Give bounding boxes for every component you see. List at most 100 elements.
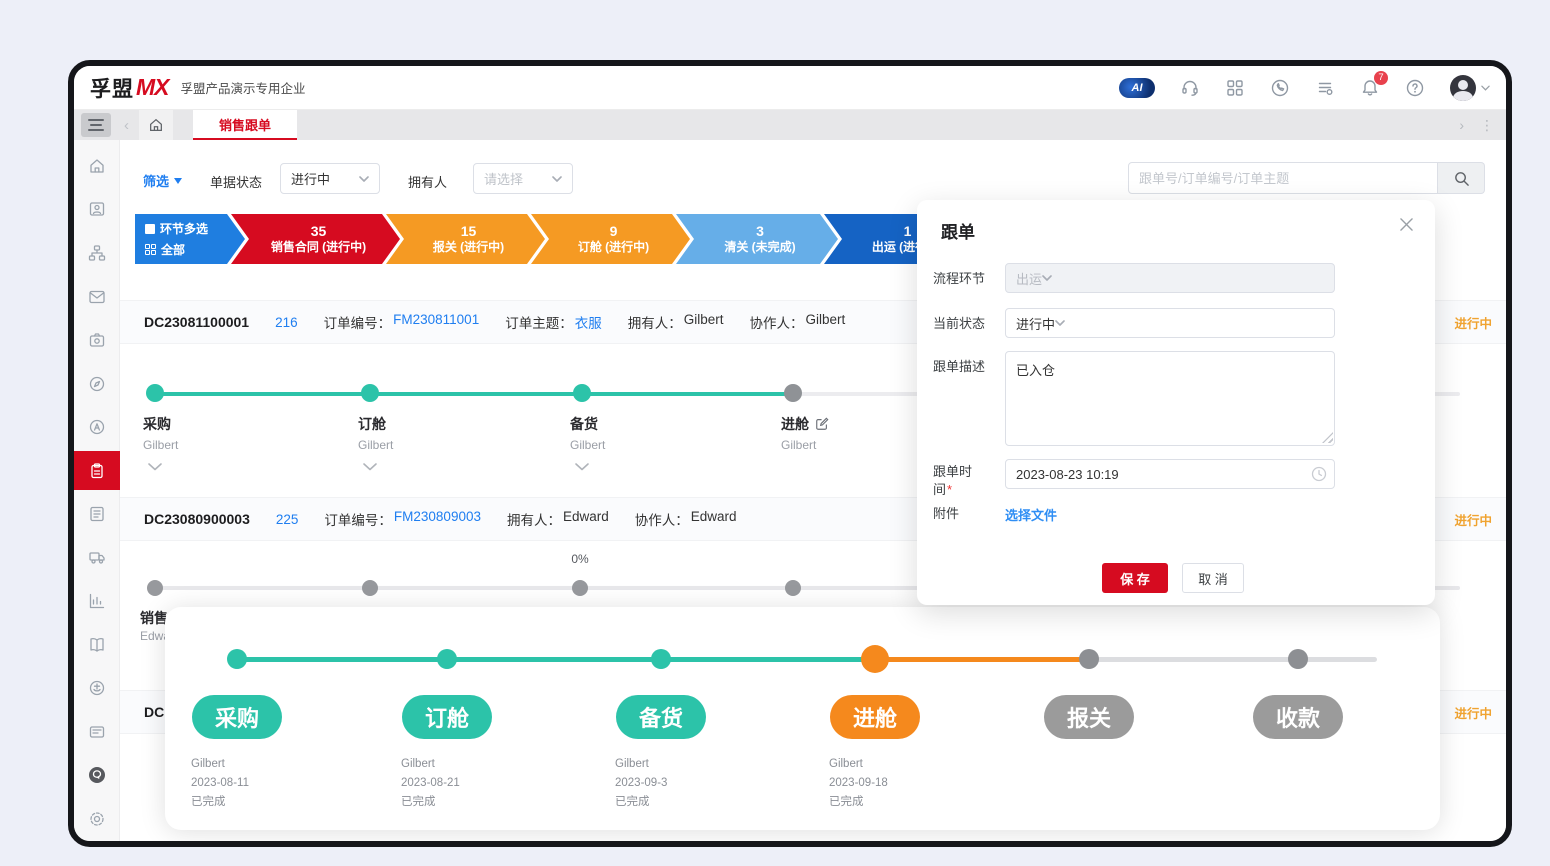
current-status-select[interactable]: 进行中 (1005, 308, 1335, 338)
timeline-node[interactable]: 采购 Gilbert (143, 414, 293, 452)
timeline-node[interactable]: 备货 Gilbert (570, 414, 720, 452)
owner-value: Gilbert (684, 312, 724, 332)
popup-node-pill[interactable]: 订舱 (402, 695, 492, 739)
cancel-button[interactable]: 取 消 (1182, 563, 1244, 593)
screen: 孚盟 MX 孚盟产品演示专用企业 AI 7 ‹ 销售跟单 › ⋮ (0, 0, 1550, 866)
sidebar-item-wechat-icon[interactable] (74, 754, 120, 798)
checkbox-icon[interactable] (145, 224, 155, 234)
popup-line-current (875, 657, 1089, 662)
sidebar-item-compass-icon[interactable] (74, 362, 120, 406)
popup-node-info: Gilbert 2023-08-11 已完成 (191, 755, 249, 812)
sidebar-item-products-icon[interactable] (74, 318, 120, 362)
timeline-node[interactable]: 进舱 Gilbert (781, 414, 931, 452)
timeline-node-name: 备货 (570, 414, 598, 434)
expand-chevron-icon[interactable] (148, 458, 162, 476)
stage-chevron[interactable]: 35 销售合同 (进行中) (231, 214, 400, 264)
popup-node-pill[interactable]: 备货 (616, 695, 706, 739)
search-button[interactable] (1438, 162, 1485, 194)
sidebar-item-settings-icon[interactable] (74, 797, 120, 841)
status-filter-value: 进行中 (291, 169, 330, 188)
user-avatar[interactable] (1450, 75, 1490, 101)
popup-node-pill[interactable]: 采购 (192, 695, 282, 739)
order-no-link[interactable]: FM230811001 (393, 312, 479, 332)
home-tab-icon[interactable] (139, 110, 173, 140)
expand-chevron-icon[interactable] (575, 458, 589, 476)
popup-node-pill[interactable]: 报关 (1044, 695, 1134, 739)
description-textarea[interactable]: 已入仓 (1005, 351, 1335, 446)
popup-node-info: Gilbert 2023-09-18 已完成 (829, 755, 888, 812)
tab-scroll-right-icon[interactable]: › (1459, 117, 1464, 134)
stage-chevron[interactable]: 15 报关 (进行中) (386, 214, 545, 264)
ai-assistant-icon[interactable]: AI (1119, 78, 1155, 98)
popup-node-status: 已完成 (615, 793, 667, 812)
attachment-label: 附件 (933, 505, 999, 523)
stage-count: 15 (461, 223, 477, 240)
subject-label: 订单主题： (505, 312, 573, 332)
save-button[interactable]: 保 存 (1102, 563, 1168, 593)
stage-label: 报关 (进行中) (433, 240, 504, 255)
popup-node-dot (437, 649, 457, 669)
app-window: 孚盟 MX 孚盟产品演示专用企业 AI 7 ‹ 销售跟单 › ⋮ (68, 60, 1512, 847)
tab-bar-controls: › ⋮ (1459, 117, 1494, 134)
owner-filter-select[interactable]: 请选择 (473, 163, 573, 194)
stage-label: 订舱 (进行中) (578, 240, 649, 255)
status-badge: 进行中 (1454, 313, 1492, 332)
sidebar-item-target-icon[interactable] (74, 406, 120, 450)
sidebar-item-documents-icon[interactable] (74, 710, 120, 754)
sidebar-item-org-icon[interactable] (74, 231, 120, 275)
process-select[interactable]: 出运 (1005, 263, 1335, 293)
subject-link[interactable]: 衣服 (575, 312, 602, 332)
timeline-node-dot (784, 384, 802, 402)
popup-node-person: Gilbert (401, 755, 460, 774)
expand-chevron-icon[interactable] (363, 458, 377, 476)
help-icon[interactable] (1405, 78, 1425, 98)
popup-node-status: 已完成 (191, 793, 249, 812)
timeline-node-person: Gilbert (143, 438, 293, 452)
edit-icon[interactable] (815, 417, 829, 431)
grid-icon (145, 244, 156, 255)
sidebar-item-home-icon[interactable] (74, 144, 120, 188)
timeline-node-dot (147, 580, 163, 596)
tasks-list-icon[interactable] (1315, 78, 1335, 98)
popup-node-status: 已完成 (829, 793, 888, 812)
sidebar-item-contacts-icon[interactable] (74, 188, 120, 232)
popup-node-pill[interactable]: 收款 (1253, 695, 1343, 739)
popup-node-person: Gilbert (829, 755, 888, 774)
tab-sales-tracking[interactable]: 销售跟单 (193, 110, 297, 140)
choose-file-link[interactable]: 选择文件 (1005, 505, 1057, 524)
owner-label: 拥有人： (507, 509, 561, 529)
sidebar-item-mail-icon[interactable] (74, 275, 120, 319)
sidebar-item-logistics-icon[interactable] (74, 536, 120, 580)
menu-icon[interactable] (81, 113, 111, 137)
sidebar-item-invoice-icon[interactable] (74, 492, 120, 536)
notifications-bell-icon[interactable]: 7 (1360, 78, 1380, 98)
timeline-node[interactable]: 订舱 Gilbert (358, 414, 508, 452)
order-days[interactable]: 216 (275, 315, 298, 330)
apps-grid-icon[interactable] (1225, 78, 1245, 98)
tracking-time-input[interactable] (1005, 459, 1335, 489)
back-icon[interactable]: ‹ (124, 117, 129, 134)
sidebar-item-shipping-icon[interactable] (74, 666, 120, 710)
close-icon[interactable] (1400, 218, 1413, 236)
stage-detail-popup: 采购 Gilbert 2023-08-11 已完成 订舱 Gilbert 202… (165, 607, 1440, 830)
sidebar-item-ledger-icon[interactable] (74, 623, 120, 667)
sidebar-item-report-icon[interactable] (74, 579, 120, 623)
filter-button[interactable]: 筛选 (143, 171, 182, 190)
timeline-node-dot (362, 580, 378, 596)
order-no-link[interactable]: FM230809003 (394, 509, 481, 529)
popup-node-pill[interactable]: 进舱 (830, 695, 920, 739)
stage-label: 销售合同 (进行中) (271, 240, 366, 255)
search-input[interactable] (1128, 162, 1438, 194)
stage-chevron[interactable]: 9 订舱 (进行中) (531, 214, 690, 264)
popup-node-date: 2023-09-18 (829, 774, 888, 793)
phone-call-icon[interactable] (1270, 78, 1290, 98)
status-filter-select[interactable]: 进行中 (280, 163, 380, 194)
sidebar-item-tracking-icon[interactable] (74, 451, 120, 490)
stage-all-label: 全部 (161, 241, 185, 258)
support-headset-icon[interactable] (1180, 78, 1200, 98)
order-days[interactable]: 225 (276, 512, 299, 527)
stage-all[interactable]: 环节多选 全部 (135, 214, 245, 264)
popup-node-date: 2023-08-21 (401, 774, 460, 793)
tab-more-icon[interactable]: ⋮ (1480, 117, 1494, 134)
stage-chevron[interactable]: 3 清关 (未完成) (676, 214, 838, 264)
